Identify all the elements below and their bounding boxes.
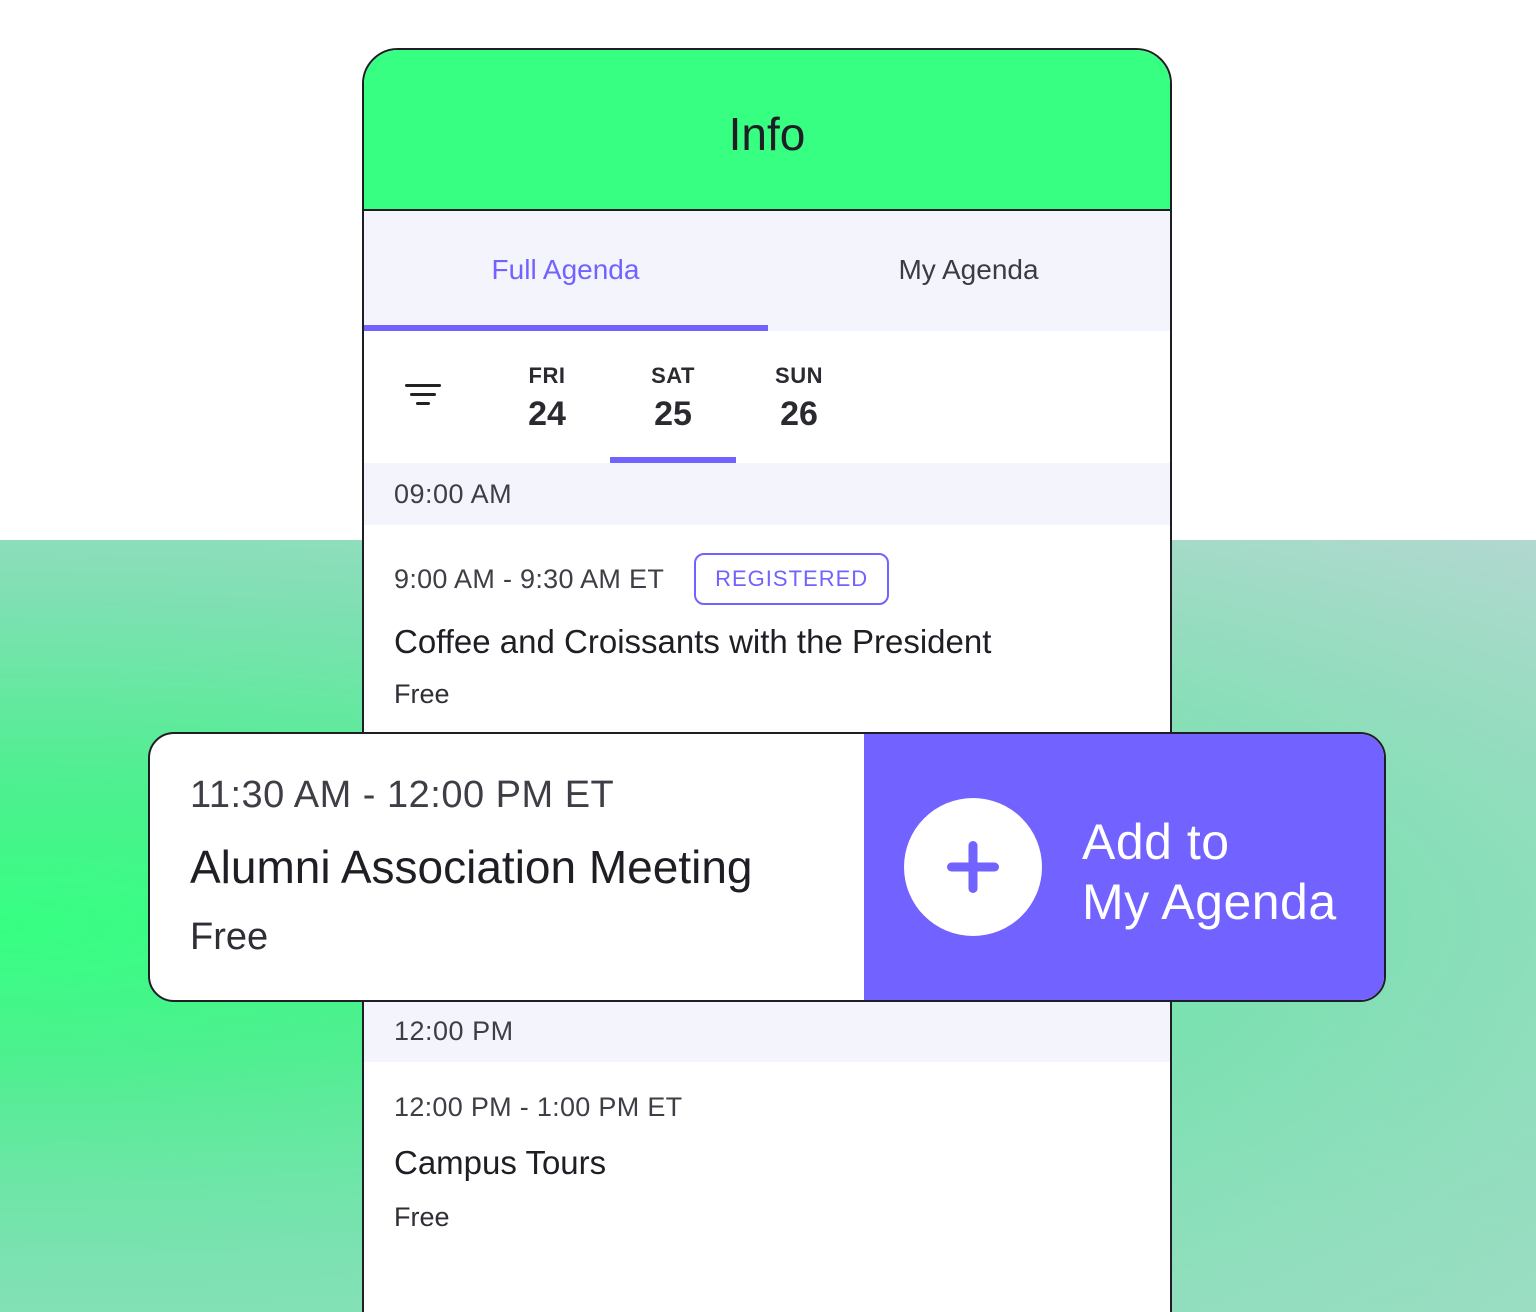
session-title: Alumni Association Meeting xyxy=(190,841,753,893)
session-card[interactable]: 9:00 AM - 9:30 AM ET REGISTERED Coffee a… xyxy=(364,525,1170,735)
day-name: SAT xyxy=(651,363,695,388)
day-number: 25 xyxy=(654,395,692,433)
session-title: Campus Tours xyxy=(394,1144,607,1181)
tab-full-agenda[interactable]: Full Agenda xyxy=(364,211,767,331)
session-price: Free xyxy=(394,679,450,709)
day-name: FRI xyxy=(528,363,566,388)
time-slot-header: 09:00 AM xyxy=(364,463,1170,525)
session-time: 9:00 AM - 9:30 AM ET xyxy=(394,563,665,594)
action-label-line-2: My Agenda xyxy=(1082,874,1337,930)
action-label-line-1: Add to xyxy=(1082,814,1230,870)
add-to-my-agenda-label: Add to My Agenda xyxy=(1082,812,1337,932)
session-title: Coffee and Croissants with the President xyxy=(394,623,992,660)
app-header: Info xyxy=(364,50,1170,211)
plus-icon xyxy=(904,798,1042,936)
day-sun[interactable]: SUN 26 xyxy=(736,331,862,463)
session-time: 11:30 AM - 12:00 PM ET xyxy=(190,774,615,816)
time-slot-header: 12:00 PM xyxy=(364,1000,1170,1062)
phone-frame: Info Full Agenda My Agenda FRI 24 SAT 25… xyxy=(362,48,1172,1312)
day-number: 24 xyxy=(528,395,566,433)
session-price: Free xyxy=(394,1202,450,1232)
filter-icon[interactable] xyxy=(404,381,442,409)
day-sat[interactable]: SAT 25 xyxy=(610,331,736,463)
session-card[interactable]: 12:00 PM - 1:00 PM ET Campus Tours Free xyxy=(364,1062,1170,1302)
day-fri[interactable]: FRI 24 xyxy=(484,331,610,463)
day-number: 26 xyxy=(780,395,818,433)
tab-my-agenda[interactable]: My Agenda xyxy=(767,211,1170,331)
day-name: SUN xyxy=(775,363,823,388)
registered-badge: REGISTERED xyxy=(694,553,890,605)
day-selector: FRI 24 SAT 25 SUN 26 xyxy=(364,331,1170,463)
page-title: Info xyxy=(728,107,806,160)
time-slot-group: 12:00 PM 12:00 PM - 1:00 PM ET Campus To… xyxy=(364,1000,1170,1302)
agenda-tabs: Full Agenda My Agenda xyxy=(364,211,1170,331)
session-price: Free xyxy=(190,916,269,958)
popup-session-info: 11:30 AM - 12:00 PM ET Alumni Associatio… xyxy=(150,734,864,1000)
session-popup-card[interactable]: 11:30 AM - 12:00 PM ET Alumni Associatio… xyxy=(148,732,1386,1002)
add-to-my-agenda-button[interactable]: Add to My Agenda xyxy=(864,734,1384,1000)
session-time: 12:00 PM - 1:00 PM ET xyxy=(394,1092,683,1122)
